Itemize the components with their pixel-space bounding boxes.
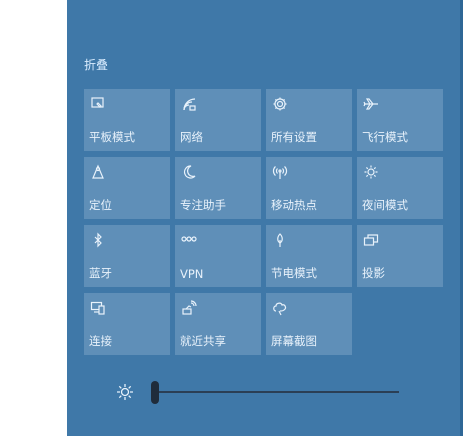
brightness-row xyxy=(67,372,463,412)
location-icon xyxy=(89,163,107,181)
tile-label: 就近共享 xyxy=(180,334,226,348)
tile-label: 所有设置 xyxy=(271,130,317,144)
tile-label: 夜间模式 xyxy=(362,198,408,212)
tile-project[interactable]: 投影 xyxy=(357,225,443,287)
tile-focus-assist[interactable]: 专注助手 xyxy=(175,157,261,219)
tile-vpn[interactable]: VPN xyxy=(175,225,261,287)
tile-label: 网络 xyxy=(180,130,203,144)
tile-night-light[interactable]: 夜间模式 xyxy=(357,157,443,219)
tile-battery-saver[interactable]: 节电模式 xyxy=(266,225,352,287)
tile-mobile-hotspot[interactable]: 移动热点 xyxy=(266,157,352,219)
bluetooth-icon xyxy=(89,231,107,249)
tile-network[interactable]: 网络 xyxy=(175,89,261,151)
nearby-share-icon xyxy=(180,299,198,317)
tile-all-settings[interactable]: 所有设置 xyxy=(266,89,352,151)
tile-label: 连接 xyxy=(89,334,112,348)
tile-label: 蓝牙 xyxy=(89,266,112,280)
action-center-panel: 折叠 平板模式 网络 所有设置 飞行模式 定位 专注助手 移动热点 夜间模式 蓝… xyxy=(67,0,463,436)
gear-icon xyxy=(271,95,289,113)
tile-nearby-share[interactable]: 就近共享 xyxy=(175,293,261,355)
tile-airplane-mode[interactable]: 飞行模式 xyxy=(357,89,443,151)
vpn-icon xyxy=(180,231,198,249)
tile-label: 专注助手 xyxy=(180,198,226,212)
tile-screen-snip[interactable]: 屏幕截图 xyxy=(266,293,352,355)
tile-label: 定位 xyxy=(89,198,112,212)
collapse-button[interactable]: 折叠 xyxy=(84,56,108,73)
tile-label: 投影 xyxy=(362,266,385,280)
project-icon xyxy=(362,231,380,249)
brightness-slider-track[interactable] xyxy=(155,391,399,393)
tile-connect[interactable]: 连接 xyxy=(84,293,170,355)
battery-saver-icon xyxy=(271,231,289,249)
hotspot-icon xyxy=(271,163,289,181)
night-light-icon xyxy=(362,163,380,181)
network-icon xyxy=(180,95,198,113)
brightness-icon xyxy=(115,382,135,402)
airplane-icon xyxy=(362,95,380,113)
tile-label: 飞行模式 xyxy=(362,130,408,144)
connect-icon xyxy=(89,299,107,317)
tile-label: 平板模式 xyxy=(89,130,135,144)
tile-label: 屏幕截图 xyxy=(271,334,317,348)
brightness-slider-thumb[interactable] xyxy=(151,381,159,404)
tile-label: VPN xyxy=(180,267,204,281)
moon-icon xyxy=(180,163,198,181)
tablet-mode-icon xyxy=(89,95,107,113)
tile-label: 移动热点 xyxy=(271,198,317,212)
tile-location[interactable]: 定位 xyxy=(84,157,170,219)
tile-tablet-mode[interactable]: 平板模式 xyxy=(84,89,170,151)
screen-snip-icon xyxy=(271,299,289,317)
tile-label: 节电模式 xyxy=(271,266,317,280)
tile-bluetooth[interactable]: 蓝牙 xyxy=(84,225,170,287)
